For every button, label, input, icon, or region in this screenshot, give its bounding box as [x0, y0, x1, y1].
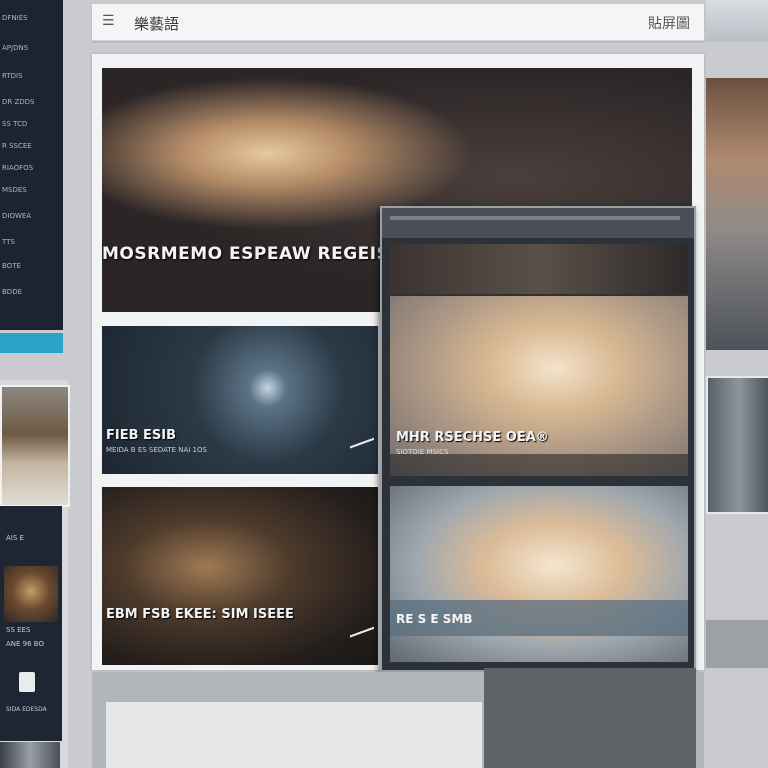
left-profile-panel: AIS E SS EES ANE 96 BO SIDA EDESDA: [0, 506, 62, 741]
corner-mark-icon: [350, 625, 374, 639]
card-subtitle: MEIDA B ES SEDATE NAI 1OS: [106, 446, 207, 454]
sidebar: DFNIES APJDNS RTDIS DR ZDDS SS TCD R SSC…: [0, 0, 63, 330]
avatar[interactable]: [4, 566, 58, 622]
overlay-caption-band: [390, 454, 688, 476]
sidebar-item[interactable]: DIOWEA: [2, 212, 58, 220]
sidebar-item[interactable]: RIAOFOS: [2, 164, 58, 172]
overlay-caption: MHR RSECHSE OEA®: [396, 430, 549, 445]
left-panel-label: SIDA EDESDA: [6, 706, 47, 713]
top-bar-action[interactable]: 貼屏圖: [648, 13, 690, 33]
sidebar-item[interactable]: MSDES: [2, 186, 58, 194]
sidebar-item[interactable]: BDDE: [2, 288, 58, 296]
sidebar-item[interactable]: SS TCD: [2, 120, 58, 128]
left-panel-label: AIS E: [6, 534, 24, 542]
badge-icon[interactable]: [19, 672, 35, 692]
sidebar-item[interactable]: BOTE: [2, 262, 58, 270]
overlay-header: [382, 208, 694, 238]
card-caption: EBM FSB EKEE: SIM ISEEE: [106, 607, 294, 622]
top-right-strip: [706, 0, 768, 42]
bottom-dark-panel: [484, 668, 696, 768]
overlay-window[interactable]: MHR RSECHSE OEA® SIOTOIE MSICS RE S E SM…: [380, 206, 696, 672]
hero-title: MOSRMEMO ESPEAW REGEISO: [102, 244, 405, 264]
sidebar-item[interactable]: R SSCEE: [2, 142, 58, 150]
left-thumbnail[interactable]: [0, 385, 70, 507]
left-bottom-thumbnail[interactable]: [0, 742, 60, 768]
image-card[interactable]: EBM FSB EKEE: SIM ISEEE: [102, 487, 378, 665]
sidebar-item[interactable]: APJDNS: [2, 44, 58, 52]
card-caption: FIEB ESIB: [106, 428, 177, 443]
page-title: 樂藝語: [134, 15, 180, 33]
top-bar: ☰ 樂藝語 貼屏圖: [92, 4, 704, 41]
overlay-caption: RE S E SMB: [396, 612, 473, 626]
sidebar-active-item[interactable]: [0, 333, 63, 353]
right-panel: [706, 620, 768, 668]
left-panel-label: ANE 96 BO: [6, 640, 44, 648]
image-card[interactable]: FIEB ESIB MEIDA B ES SEDATE NAI 1OS: [102, 326, 378, 474]
overlay-meta: SIOTOIE MSICS: [396, 448, 449, 456]
sidebar-item[interactable]: TTS: [2, 238, 58, 246]
menu-icon[interactable]: ☰: [102, 14, 116, 28]
bottom-input-area[interactable]: [106, 702, 482, 768]
right-thumbnail[interactable]: [706, 78, 768, 350]
sidebar-item[interactable]: DFNIES: [2, 14, 58, 22]
right-thumbnail[interactable]: [706, 376, 768, 514]
sidebar-item[interactable]: RTDIS: [2, 72, 58, 80]
corner-mark-icon: [350, 436, 374, 450]
overlay-header-bar: [390, 216, 680, 220]
left-panel-label: SS EES: [6, 626, 31, 634]
overlay-strip-image[interactable]: [390, 244, 688, 294]
sidebar-item[interactable]: DR ZDDS: [2, 98, 58, 106]
